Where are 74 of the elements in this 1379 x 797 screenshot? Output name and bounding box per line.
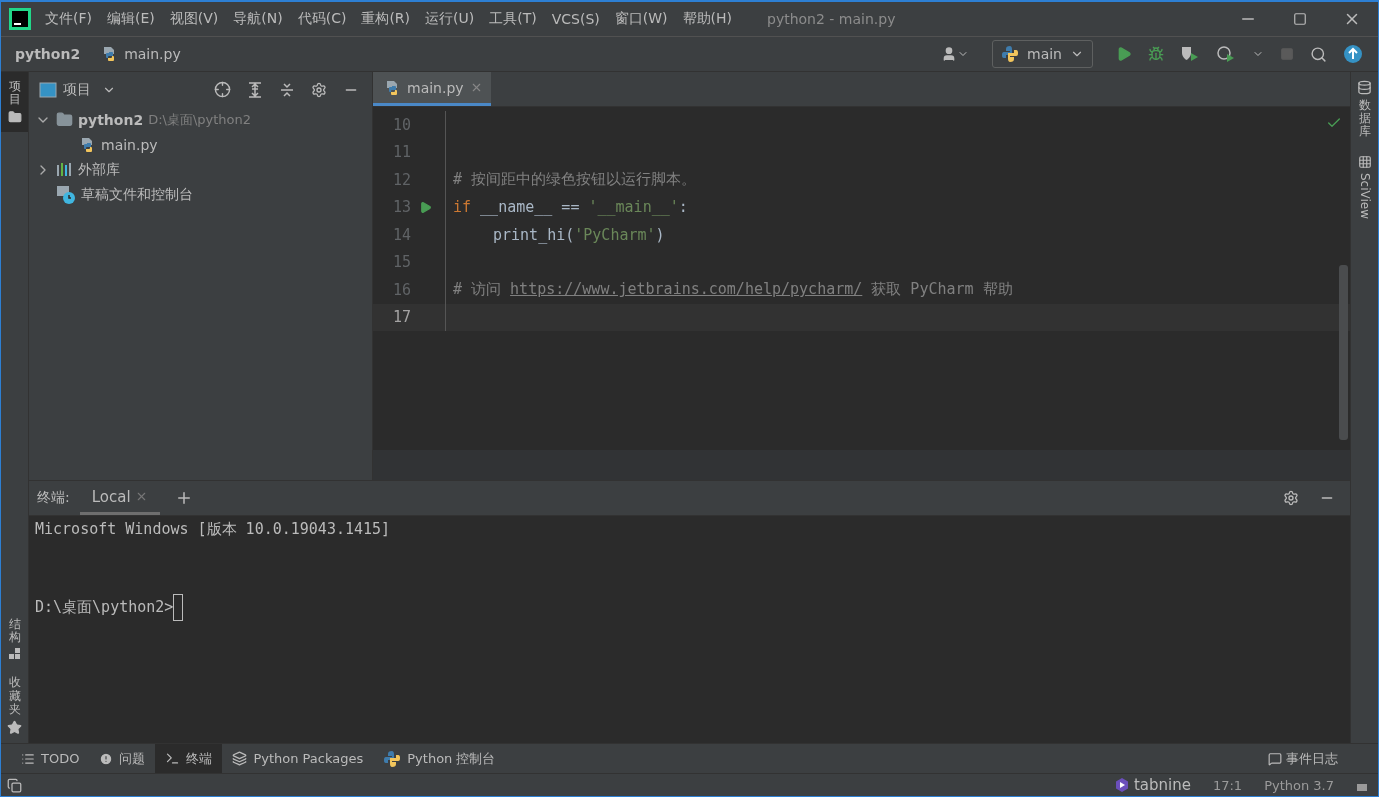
- interpreter-status[interactable]: Python 3.7: [1264, 777, 1334, 793]
- menu-item[interactable]: 代码(C): [297, 10, 347, 28]
- tool-tab[interactable]: TODO: [11, 744, 90, 773]
- tabnine-status[interactable]: tabnine: [1113, 776, 1191, 794]
- breadcrumb-item[interactable]: python2: [15, 46, 81, 62]
- window-title: python2 - main.py: [767, 11, 897, 27]
- tool-window-tab[interactable]: 结构: [1, 610, 28, 669]
- layers-icon: [232, 751, 248, 766]
- library-icon: [56, 162, 73, 177]
- list-icon: [21, 751, 35, 766]
- menu-item[interactable]: 导航(N): [233, 10, 283, 28]
- line-number: 11: [391, 143, 412, 162]
- tool-tab[interactable]: Python Packages: [222, 744, 374, 773]
- menu-item[interactable]: 视图(V): [169, 10, 219, 28]
- folder-path: D:\桌面\python2: [148, 110, 252, 129]
- event-log-button[interactable]: 事件日志: [1268, 749, 1378, 768]
- line-number: 17: [391, 308, 412, 327]
- menu-item[interactable]: 重构(R): [361, 10, 411, 28]
- line-number: 12: [391, 170, 412, 189]
- python-logo-icon: [1001, 45, 1019, 63]
- line-number: 13: [391, 198, 412, 217]
- terminal-prompt: D:\桌面\python2>: [35, 598, 174, 617]
- editor-tab[interactable]: main.py: [373, 72, 491, 106]
- warning-icon: [99, 751, 114, 766]
- tool-tab[interactable]: Python 控制台: [373, 744, 506, 773]
- folder-icon: [7, 110, 22, 125]
- tool-tab[interactable]: 问题: [89, 744, 156, 773]
- menu-item[interactable]: 运行(U): [425, 10, 475, 28]
- line-number: 10: [391, 115, 412, 134]
- folder-icon: [56, 111, 73, 128]
- tool-window-tab[interactable]: 收藏夹: [1, 668, 28, 743]
- tree-item[interactable]: 外部库: [78, 160, 120, 179]
- hexagon-play-icon: [1113, 777, 1130, 793]
- text-cursor: [173, 594, 184, 621]
- run-config-dropdown[interactable]: main: [992, 40, 1093, 68]
- tool-window-tab[interactable]: 数据库: [1351, 72, 1378, 147]
- panel-title[interactable]: 项目: [63, 80, 91, 99]
- python-logo-icon: [383, 749, 402, 768]
- code-line: # 访问 https://www.jetbrains.com/help/pycharm/ 获取 PyCharm 帮助: [452, 280, 1013, 300]
- terminal-output: Microsoft Windows [版本 10.0.19043.1415]: [35, 520, 391, 539]
- database-icon: [1357, 80, 1372, 95]
- menu-item[interactable]: 编辑(E): [107, 10, 155, 28]
- scratch-clock-icon: [56, 184, 76, 205]
- speech-bubble-icon: [1268, 751, 1282, 766]
- grid-icon: [1357, 154, 1372, 169]
- tree-item[interactable]: python2: [78, 111, 144, 128]
- star-icon: [7, 720, 22, 735]
- menu-item[interactable]: 工具(T): [489, 10, 537, 28]
- code-line: # 按间距中的绿色按钮以运行脚本。: [452, 170, 697, 190]
- maximize-icon[interactable]: [1293, 12, 1307, 26]
- line-number: 15: [391, 253, 412, 272]
- breadcrumb-item[interactable]: main.py: [124, 46, 181, 62]
- tool-tab[interactable]: 终端: [155, 744, 223, 773]
- menu-item[interactable]: 帮助(H): [682, 10, 732, 28]
- menu-item[interactable]: 窗口(W): [614, 10, 668, 28]
- terminal-icon: [165, 751, 181, 766]
- structure-icon: [8, 648, 21, 661]
- run-gutter-icon[interactable]: [419, 200, 432, 214]
- tree-item[interactable]: main.py: [101, 136, 158, 153]
- line-number: 16: [391, 280, 412, 299]
- line-number: 14: [391, 225, 412, 244]
- app-logo-icon: [9, 8, 31, 30]
- tool-window-tab[interactable]: SciView: [1351, 146, 1378, 227]
- code-line: if __name__ == '__main__':: [452, 198, 688, 217]
- cursor-position[interactable]: 17:1: [1212, 777, 1243, 793]
- menu-item[interactable]: VCS(S): [551, 11, 600, 27]
- tool-window-tab[interactable]: 项目: [1, 72, 28, 133]
- code-line: print_hi('PyCharm'): [492, 225, 665, 244]
- tree-item[interactable]: 草稿文件和控制台: [81, 185, 193, 204]
- window-icon: [39, 81, 57, 98]
- menu-item[interactable]: 文件(F): [45, 10, 92, 28]
- terminal-title: 终端:: [37, 489, 70, 507]
- layout-toggle-icon[interactable]: [7, 777, 22, 793]
- scrollbar-thumb[interactable]: [1339, 265, 1348, 440]
